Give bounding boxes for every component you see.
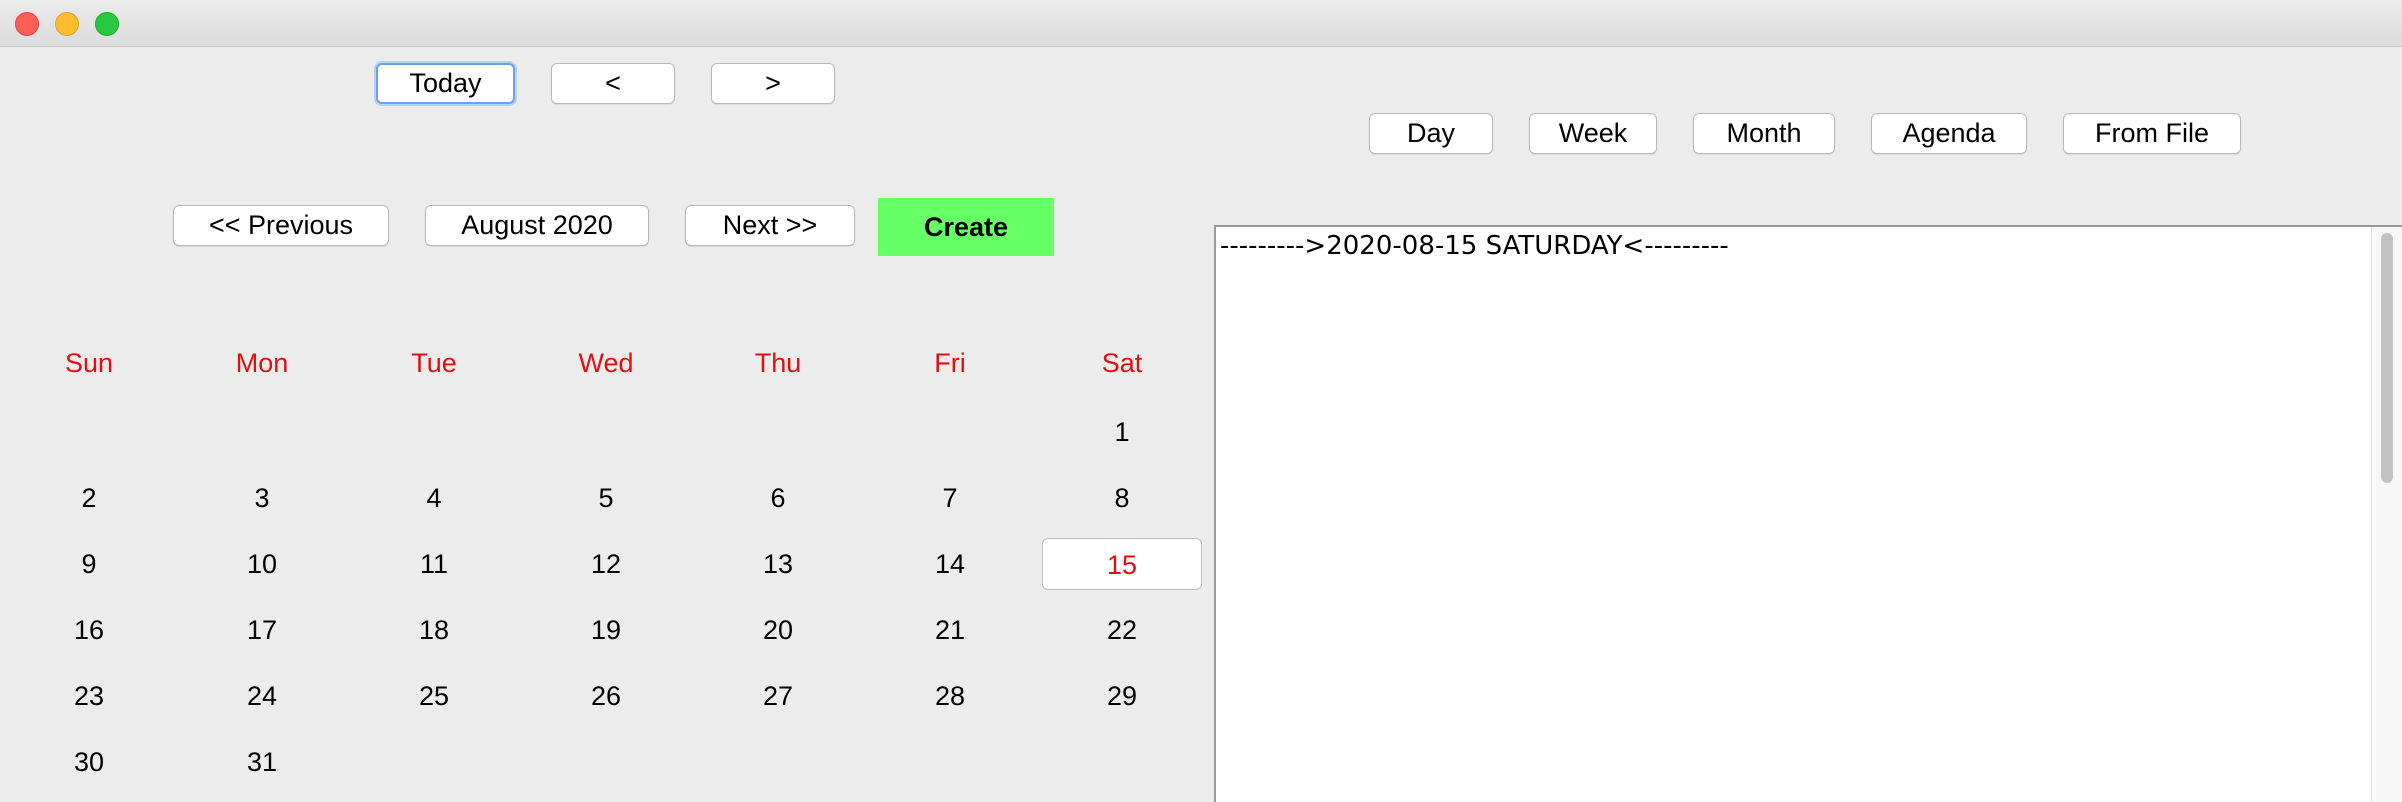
agenda-panel[interactable]: --------->2020-08-15 SATURDAY<---------	[1214, 225, 2402, 802]
agenda-scrollbar[interactable]	[2371, 227, 2402, 802]
weekday-header-wed: Wed	[578, 348, 634, 378]
calendar-day[interactable]: 29	[1052, 676, 1192, 716]
calendar-day[interactable]: 16	[19, 610, 159, 650]
next-day-button[interactable]: >	[711, 63, 835, 104]
calendar-day[interactable]: 1	[1052, 412, 1192, 452]
calendar-day[interactable]: 22	[1052, 610, 1192, 650]
month-label-button[interactable]: August 2020	[425, 205, 649, 246]
calendar-day[interactable]: 30	[19, 742, 159, 782]
view-month-button[interactable]: Month	[1693, 113, 1835, 154]
today-button[interactable]: Today	[376, 63, 515, 104]
calendar-day[interactable]: 28	[880, 676, 1020, 716]
window-titlebar	[0, 0, 2402, 47]
calendar-day[interactable]: 14	[880, 544, 1020, 584]
calendar-day[interactable]: 4	[364, 478, 504, 518]
view-from-file-button[interactable]: From File	[2063, 113, 2241, 154]
weekday-header-thu: Thu	[754, 348, 802, 378]
calendar-day[interactable]: 7	[880, 478, 1020, 518]
calendar-day[interactable]: 13	[708, 544, 848, 584]
previous-month-button[interactable]: << Previous	[173, 205, 389, 246]
create-button[interactable]: Create	[878, 198, 1054, 256]
agenda-text: --------->2020-08-15 SATURDAY<---------	[1220, 231, 1729, 261]
calendar-day[interactable]: 11	[364, 544, 504, 584]
calendar-day[interactable]: 10	[192, 544, 332, 584]
calendar-day[interactable]: 12	[536, 544, 676, 584]
calendar-day-selected[interactable]: 15	[1042, 538, 1202, 590]
view-week-button[interactable]: Week	[1529, 113, 1657, 154]
calendar-day[interactable]: 9	[19, 544, 159, 584]
zoom-window-icon[interactable]	[95, 12, 119, 36]
weekday-header-sun: Sun	[64, 348, 114, 378]
view-agenda-button[interactable]: Agenda	[1871, 113, 2027, 154]
calendar-day[interactable]: 3	[192, 478, 332, 518]
prev-day-button[interactable]: <	[551, 63, 675, 104]
calendar-day[interactable]: 23	[19, 676, 159, 716]
minimize-window-icon[interactable]	[55, 12, 79, 36]
calendar-day[interactable]: 31	[192, 742, 332, 782]
calendar-day[interactable]: 20	[708, 610, 848, 650]
weekday-header-mon: Mon	[235, 348, 289, 378]
calendar-day[interactable]: 26	[536, 676, 676, 716]
calendar-day[interactable]: 19	[536, 610, 676, 650]
calendar-day[interactable]: 2	[19, 478, 159, 518]
calendar-day[interactable]: 24	[192, 676, 332, 716]
calendar-day[interactable]: 17	[192, 610, 332, 650]
calendar-day[interactable]: 5	[536, 478, 676, 518]
weekday-header-tue: Tue	[411, 348, 457, 378]
calendar-day[interactable]: 8	[1052, 478, 1192, 518]
weekday-header-sat: Sat	[1101, 348, 1143, 378]
calendar-day[interactable]: 6	[708, 478, 848, 518]
calendar-day[interactable]: 21	[880, 610, 1020, 650]
calendar-day[interactable]: 18	[364, 610, 504, 650]
close-window-icon[interactable]	[15, 12, 39, 36]
calendar-day[interactable]: 25	[364, 676, 504, 716]
weekday-header-fri: Fri	[934, 348, 966, 378]
next-month-button[interactable]: Next >>	[685, 205, 855, 246]
calendar-day[interactable]: 27	[708, 676, 848, 716]
view-day-button[interactable]: Day	[1369, 113, 1493, 154]
scrollbar-thumb[interactable]	[2381, 233, 2393, 483]
